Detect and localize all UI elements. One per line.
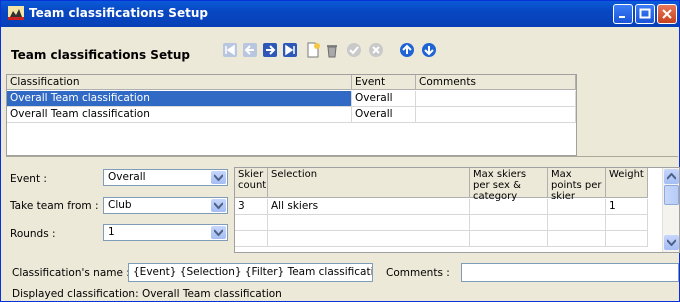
event-label: Event : (10, 173, 47, 185)
table-cell-weight[interactable]: 1 (606, 199, 648, 215)
table-cell-empty[interactable] (470, 215, 548, 231)
scroll-down-button[interactable] (664, 235, 679, 250)
event-value: Overall (108, 171, 146, 183)
vertical-scrollbar[interactable] (662, 168, 679, 252)
page-title: Team classifications Setup (11, 48, 190, 62)
team-from-select[interactable]: Club (103, 197, 228, 214)
prev-icon[interactable] (242, 42, 258, 58)
table-cell-empty[interactable] (235, 215, 268, 231)
divider (6, 156, 678, 157)
col-header-comments[interactable]: Comments (416, 75, 576, 90)
down-icon[interactable] (421, 42, 437, 58)
col-header-max-skiers[interactable]: Max skiers per sex & category (470, 168, 548, 202)
confirm-icon[interactable] (346, 42, 362, 58)
next-icon[interactable] (262, 42, 278, 58)
team-from-label: Take team from : (10, 200, 99, 212)
delete-icon[interactable] (324, 42, 340, 58)
toolbar: Team classifications Setup (2, 27, 678, 75)
classification-name-label: Classification's name : (12, 267, 130, 279)
rounds-label: Rounds : (10, 228, 56, 240)
chevron-down-icon[interactable] (211, 171, 226, 184)
first-icon[interactable] (222, 42, 238, 58)
table-row-event[interactable]: Overall (352, 107, 416, 123)
table-cell-empty[interactable] (268, 231, 470, 247)
scroll-up-button[interactable] (664, 169, 679, 184)
cancel-icon[interactable] (368, 42, 384, 58)
table-row-event[interactable]: Overall (352, 91, 416, 107)
chevron-down-icon (667, 239, 676, 246)
col-header-selection[interactable]: Selection (268, 168, 470, 198)
table-cell-empty[interactable] (235, 231, 268, 247)
minimize-icon (619, 16, 625, 18)
table-cell-empty[interactable] (268, 215, 470, 231)
col-header-event[interactable]: Event (352, 75, 416, 90)
comments-input[interactable] (461, 263, 679, 282)
col-header-skier-count[interactable]: Skier count (235, 168, 268, 198)
col-header-max-points[interactable]: Max points per skier (548, 168, 606, 202)
classification-name-input[interactable]: {Event} {Selection} {Filter} Team classi… (128, 263, 373, 282)
new-icon[interactable] (305, 42, 321, 58)
chevron-down-icon[interactable] (211, 226, 226, 239)
table-cell-max-skiers[interactable] (470, 199, 548, 215)
close-icon (662, 9, 672, 19)
chevron-down-icon[interactable] (211, 199, 226, 212)
app-icon (8, 6, 24, 20)
table-cell-max-points[interactable] (548, 199, 606, 215)
scroll-thumb[interactable] (664, 185, 679, 205)
window: Team classifications Setup Team classifi… (0, 0, 680, 302)
title-bar[interactable]: Team classifications Setup (1, 1, 679, 27)
table-cell-empty[interactable] (548, 215, 606, 231)
table-row-comments[interactable] (416, 91, 576, 107)
comments-label: Comments : (386, 267, 450, 279)
close-button[interactable] (657, 4, 677, 24)
table-cell-skier-count[interactable]: 3 (235, 199, 268, 215)
table-cell-empty[interactable] (606, 231, 648, 247)
table-row-comments[interactable] (416, 107, 576, 123)
team-from-value: Club (108, 199, 132, 211)
up-icon[interactable] (399, 42, 415, 58)
rounds-value: 1 (108, 226, 115, 238)
rounds-select[interactable]: 1 (103, 224, 228, 241)
table-cell-selection[interactable]: All skiers (268, 199, 470, 215)
classification-grid[interactable]: Classification Event Comments Overall Te… (6, 74, 577, 156)
selection-grid[interactable]: Skier count Selection Max skiers per sex… (234, 167, 680, 253)
table-cell-empty[interactable] (606, 215, 648, 231)
col-header-weight[interactable]: Weight (606, 168, 648, 198)
maximize-button[interactable] (635, 4, 655, 24)
maximize-icon (639, 8, 651, 19)
table-row-classification[interactable]: Overall Team classification (7, 91, 352, 107)
table-row-classification[interactable]: Overall Team classification (7, 107, 352, 123)
table-cell-empty[interactable] (470, 231, 548, 247)
table-cell-empty[interactable] (548, 231, 606, 247)
event-select[interactable]: Overall (103, 169, 228, 186)
col-header-classification[interactable]: Classification (7, 75, 352, 90)
chevron-up-icon (667, 173, 676, 180)
minimize-button[interactable] (613, 4, 633, 24)
window-title: Team classifications Setup (29, 6, 208, 20)
displayed-classification: Displayed classification: Overall Team c… (12, 288, 282, 300)
last-icon[interactable] (282, 42, 298, 58)
